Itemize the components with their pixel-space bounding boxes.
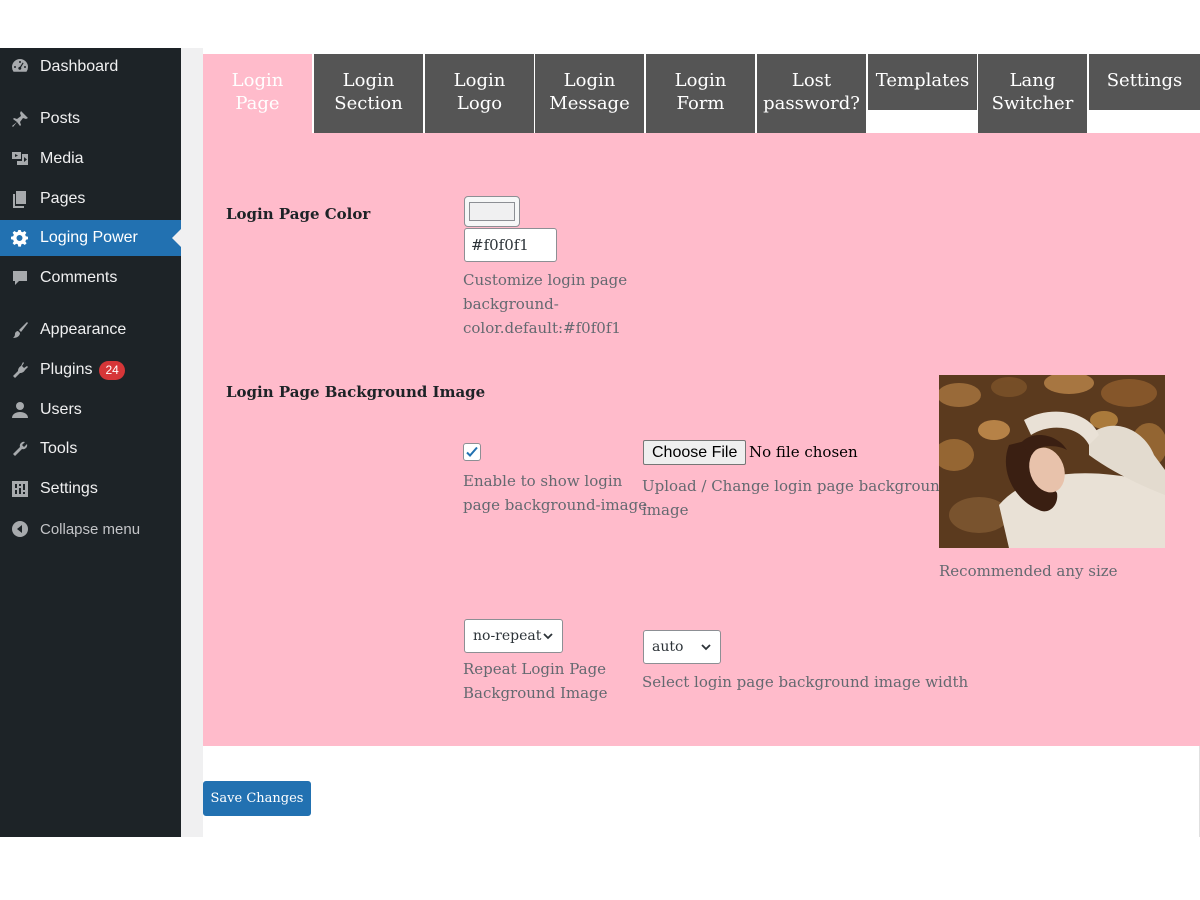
login-page-settings-panel: Login Page Color Customize login page ba… — [203, 133, 1200, 746]
enable-desc-line: Enable to show login — [463, 472, 623, 490]
tab-label-line1: Login — [453, 70, 506, 91]
sidebar-item-label: Comments — [40, 269, 118, 286]
width-description: Select login page background image width — [642, 673, 969, 691]
tab-label-line2: Switcher — [991, 93, 1074, 114]
sidebar-item-appearance[interactable]: Appearance — [0, 312, 181, 348]
tab-login-logo[interactable]: Login Logo — [425, 54, 534, 133]
upload-description: Upload / Change login page background im… — [642, 474, 949, 522]
collapse-menu-label: Collapse menu — [40, 520, 141, 538]
sidebar-item-tools[interactable]: Tools — [0, 431, 181, 467]
save-changes-button[interactable]: Save Changes — [203, 781, 311, 816]
sidebar-item-users[interactable]: Users — [0, 392, 181, 428]
paintbrush-icon — [0, 320, 40, 340]
settings-sliders-icon — [0, 479, 40, 499]
sidebar-item-label: Plugins — [40, 361, 93, 378]
sidebar-item-comments[interactable]: Comments — [0, 260, 181, 296]
pushpin-icon — [0, 109, 40, 129]
sidebar-item-label: Pages — [40, 190, 86, 207]
tab-label-line2: Form — [676, 93, 725, 114]
sidebar-item-label: Dashboard — [40, 58, 119, 75]
comment-icon — [0, 268, 40, 288]
sidebar-item-label: Posts — [40, 110, 81, 127]
color-desc-line: color.default:#f0f0f1 — [463, 319, 621, 337]
sidebar-item-media[interactable]: Media — [0, 141, 181, 177]
width-select-value: auto — [652, 639, 684, 655]
enable-background-image-checkbox[interactable] — [463, 443, 481, 461]
sidebar-item-label: Tools — [40, 440, 78, 457]
tab-login-section[interactable]: Login Section — [314, 54, 423, 133]
dashboard-icon — [0, 57, 40, 77]
user-icon — [0, 400, 40, 420]
sidebar-item-plugins[interactable]: Plugins 24 — [0, 352, 181, 388]
tab-login-message[interactable]: Login Message — [535, 54, 644, 133]
chevron-down-icon — [543, 633, 553, 640]
sidebar-item-label: Loging Power — [40, 229, 138, 246]
plugins-update-badge: 24 — [99, 360, 125, 380]
repeat-desc-line: Repeat Login Page — [463, 660, 607, 678]
sidebar-gutter — [181, 48, 203, 837]
choose-file-button[interactable]: Choose File — [643, 440, 747, 465]
chevron-down-icon — [701, 644, 711, 651]
collapse-menu-button[interactable]: Collapse menu — [0, 511, 181, 547]
upload-desc-line: Upload / Change login page background — [642, 477, 950, 495]
tab-label-line2: Message — [549, 93, 630, 114]
sidebar-item-label: Settings — [40, 480, 98, 497]
width-select[interactable]: auto — [643, 630, 721, 664]
sidebar-item-posts[interactable]: Posts — [0, 101, 181, 137]
tab-label-line1: Templates — [875, 70, 970, 91]
tab-settings[interactable]: Settings — [1089, 54, 1200, 110]
sidebar-item-label: Appearance — [40, 321, 127, 338]
media-icon — [0, 149, 40, 169]
checkmark-icon — [466, 446, 478, 457]
tab-label-line2: password? — [763, 93, 860, 114]
pages-icon — [0, 189, 40, 209]
tab-label-line2: Section — [334, 93, 403, 114]
background-image-label: Login Page Background Image — [226, 383, 486, 401]
color-description: Customize login page background- color.d… — [463, 268, 627, 340]
sidebar-item-dashboard[interactable]: Dashboard — [0, 49, 181, 85]
tab-login-page[interactable]: Login Page — [203, 54, 312, 133]
recommended-size-text: Recommended any size — [939, 562, 1118, 580]
tab-label-line1: Login — [563, 70, 616, 91]
admin-sidebar: Dashboard Posts Media Pages Loging Power… — [0, 48, 181, 837]
tab-label-line1: Lost — [791, 70, 832, 91]
tab-label-line1: Login — [674, 70, 727, 91]
sidebar-item-settings[interactable]: Settings — [0, 471, 181, 507]
upload-desc-line: image — [642, 501, 689, 519]
collapse-arrow-icon — [0, 519, 40, 539]
tab-label-line1: Login — [342, 70, 395, 91]
plugin-icon — [0, 360, 40, 380]
tab-label-line1: Lang — [1009, 70, 1056, 91]
login-page-color-label: Login Page Color — [226, 205, 371, 223]
repeat-description: Repeat Login Page Background Image — [463, 657, 608, 705]
sidebar-item-pages[interactable]: Pages — [0, 181, 181, 217]
color-swatch — [469, 202, 515, 221]
tab-lang-switcher[interactable]: Lang Switcher — [978, 54, 1087, 133]
repeat-desc-line: Background Image — [463, 684, 608, 702]
color-picker-button[interactable] — [464, 196, 520, 227]
gear-icon — [0, 228, 40, 248]
color-desc-line: Customize login page — [463, 271, 628, 289]
tab-label-line2: Logo — [456, 93, 503, 114]
tab-login-form[interactable]: Login Form — [646, 54, 755, 133]
sidebar-item-label: Media — [40, 150, 84, 167]
tab-templates[interactable]: Templates — [868, 54, 977, 110]
enable-desc-line: page background-image — [463, 496, 648, 514]
tab-label-line2: Page — [235, 93, 280, 114]
color-hex-input[interactable] — [464, 228, 557, 262]
sidebar-item-label: Users — [40, 401, 82, 418]
tab-label-line1: Settings — [1106, 70, 1183, 91]
tab-lost-password[interactable]: Lost password? — [757, 54, 866, 133]
color-desc-line: background- — [463, 295, 559, 313]
background-image-preview — [939, 375, 1165, 548]
repeat-select[interactable]: no-repeat — [464, 619, 563, 653]
sidebar-item-loging-power[interactable]: Loging Power — [0, 220, 181, 256]
wrench-icon — [0, 439, 40, 459]
file-status-text: No file chosen — [749, 443, 858, 461]
tab-label-line1: Login — [231, 70, 284, 91]
enable-background-description: Enable to show login page background-ima… — [463, 469, 647, 517]
repeat-select-value: no-repeat — [473, 628, 542, 644]
plugin-tab-bar: Login Page Login Section Login Logo Login Me… — [203, 54, 1200, 133]
